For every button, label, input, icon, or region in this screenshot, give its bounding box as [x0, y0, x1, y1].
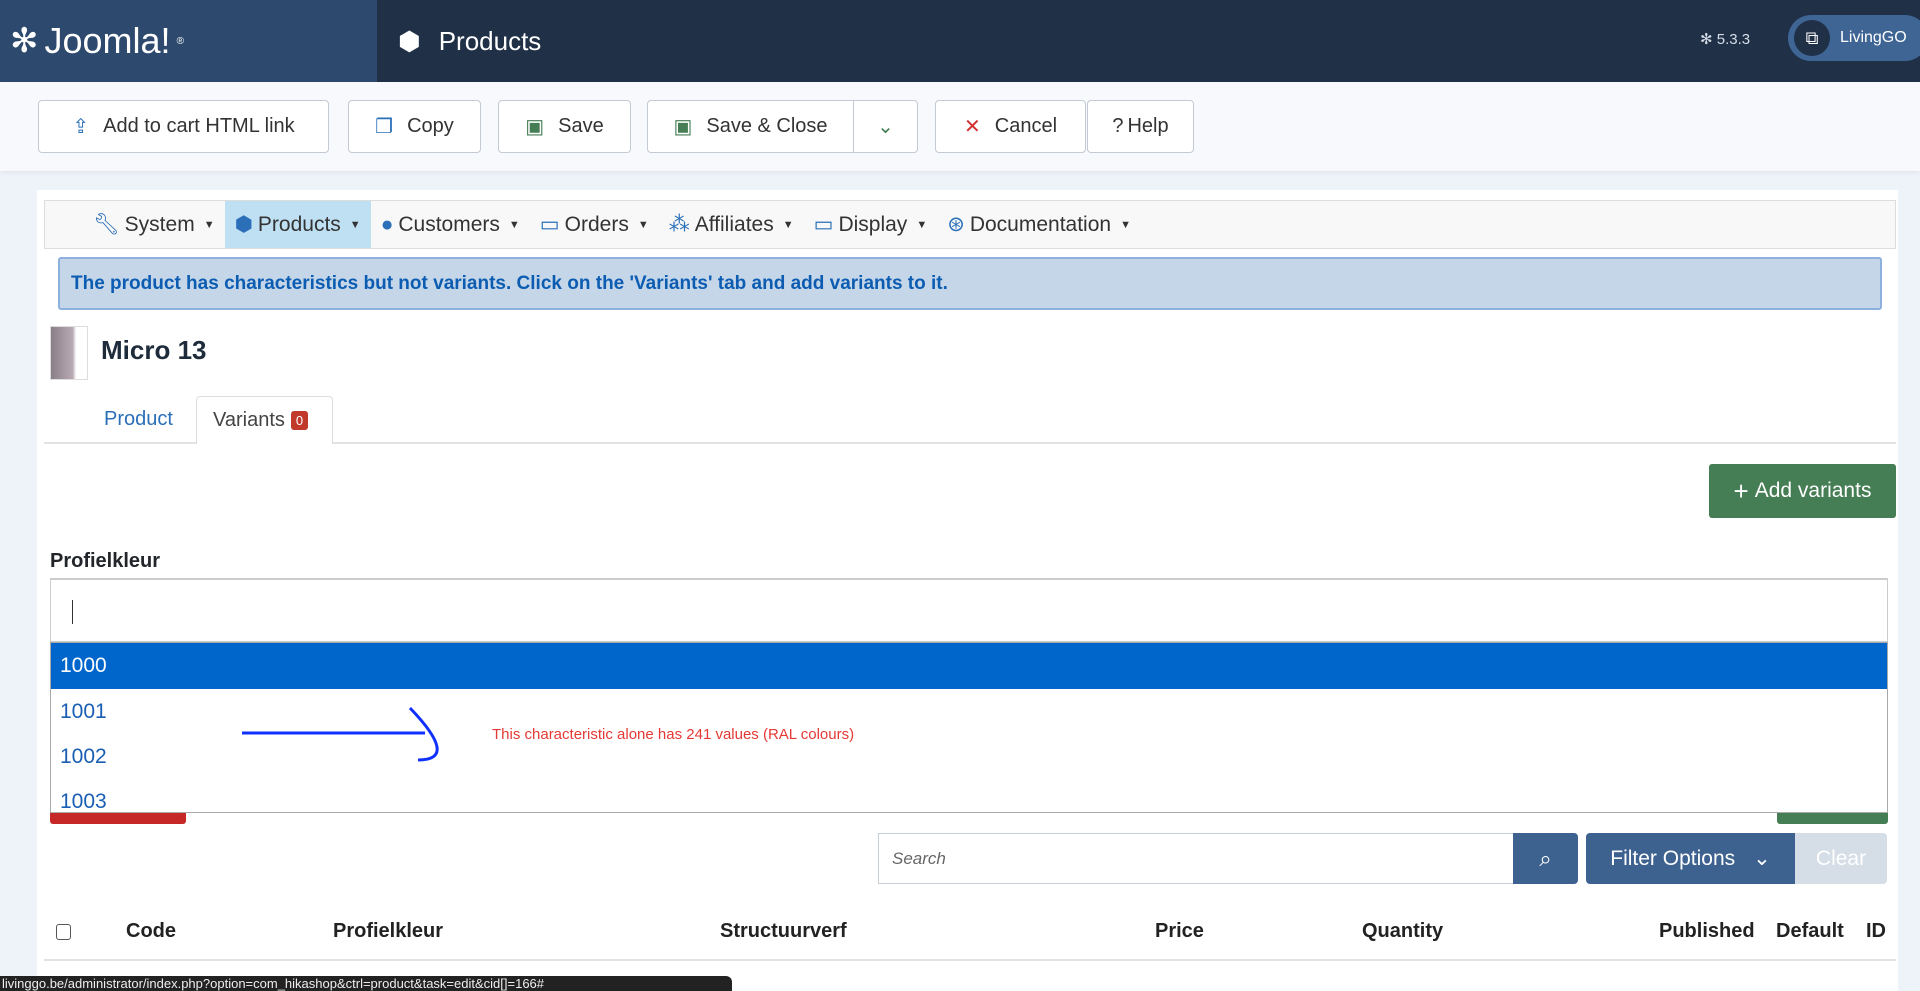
menu-documentation[interactable]: ⊛ Documentation ▼: [937, 201, 1141, 248]
joomla-version: ✻ 5.3.3: [1700, 31, 1751, 48]
filter-options-button[interactable]: Filter Options ⌄: [1586, 833, 1795, 884]
column-header-default[interactable]: Default: [1776, 920, 1844, 943]
page-title: ⬢ Products: [398, 0, 541, 82]
monitor-icon: ▭: [813, 213, 834, 236]
add-to-cart-link-button[interactable]: ⇪ Add to cart HTML link: [38, 100, 329, 153]
question-icon: ?: [1112, 115, 1124, 137]
button-label: Save: [558, 115, 604, 137]
caret-down-icon: ▼: [637, 218, 649, 231]
site-link-button[interactable]: ⧉ LivingGO: [1788, 15, 1920, 61]
add-variants-button[interactable]: + Add variants: [1709, 464, 1896, 518]
plus-icon: +: [1733, 475, 1749, 506]
help-button[interactable]: ? Help: [1087, 100, 1194, 153]
save-icon: ▣: [525, 116, 545, 138]
close-icon: ✕: [963, 116, 981, 138]
characteristic-label: Profielkleur: [50, 550, 161, 572]
copy-icon: ❐: [375, 116, 394, 138]
menu-label: Customers: [398, 212, 500, 236]
search-input[interactable]: Search: [878, 833, 1513, 884]
product-thumbnail: [50, 326, 88, 380]
dropdown-option[interactable]: 1003: [51, 779, 1887, 813]
chevron-down-icon: ⌄: [1753, 847, 1771, 870]
menu-system[interactable]: 🔧︎ System ▼: [83, 201, 225, 248]
button-label: Copy: [407, 115, 454, 137]
hikashop-menu: 🔧︎ System ▼ ⬢ Products ▼ ● Customers ▼ ▭ Orders…: [44, 200, 1896, 249]
tab-label: Variants: [213, 409, 285, 431]
menu-customers[interactable]: ● Customers ▼: [371, 201, 530, 248]
external-link-icon: ⧉: [1794, 20, 1830, 56]
variants-count-badge: 0: [290, 411, 309, 430]
text-cursor: [72, 600, 73, 624]
browser-status-url: livinggo.be/administrator/index.php?opti…: [0, 976, 732, 991]
brand-name: Joomla!: [44, 20, 171, 61]
annotation-arrow-icon: [242, 706, 439, 762]
caret-down-icon: ▼: [349, 218, 361, 231]
life-ring-icon: ⊛: [947, 213, 965, 236]
column-header-id[interactable]: ID: [1866, 920, 1886, 943]
caret-down-icon: ▼: [782, 218, 794, 231]
menu-orders[interactable]: ▭ Orders ▼: [530, 201, 659, 248]
wrench-icon: 🔧︎: [93, 212, 120, 236]
button-label: Cancel: [994, 115, 1058, 137]
menu-products[interactable]: ⬢ Products ▼: [224, 201, 371, 248]
cancel-button[interactable]: ✕ Cancel: [935, 100, 1086, 153]
menu-label: Products: [257, 212, 341, 236]
column-header-code[interactable]: Code: [126, 920, 176, 943]
search-button[interactable]: ⌕: [1513, 833, 1578, 884]
table-header-divider: [44, 959, 1896, 961]
search-icon: ⌕: [1539, 845, 1552, 871]
column-header-price[interactable]: Price: [1155, 920, 1204, 943]
characteristic-select-input[interactable]: [50, 578, 1888, 642]
button-label: Save & Close: [706, 115, 828, 137]
copy-button[interactable]: ❐ Copy: [348, 100, 481, 153]
page-title-text: Products: [438, 25, 542, 56]
menu-label: Affiliates: [694, 212, 774, 236]
tab-variants[interactable]: Variants 0: [196, 396, 333, 444]
product-name: Micro 13: [101, 335, 207, 365]
save-button[interactable]: ▣ Save: [498, 100, 631, 153]
column-header-profielkleur[interactable]: Profielkleur: [333, 920, 443, 943]
cubes-icon: ⬢: [234, 213, 253, 236]
menu-display[interactable]: ▭ Display ▼: [804, 201, 938, 248]
save-close-button[interactable]: ▣ Save & Close: [647, 100, 854, 153]
annotation-note: This characteristic alone has 241 values…: [492, 726, 855, 743]
menu-affiliates[interactable]: ⁂ Affiliates ▼: [659, 201, 804, 248]
caret-down-icon: ▼: [916, 218, 928, 231]
button-label: Help: [1127, 115, 1169, 137]
upload-icon: ⇪: [72, 116, 90, 138]
column-header-structuurverf[interactable]: Structuurverf: [720, 920, 847, 943]
credit-card-icon: ▭: [539, 213, 560, 236]
user-icon: ●: [380, 212, 394, 236]
select-all-checkbox[interactable]: [56, 924, 71, 940]
clear-button[interactable]: Clear: [1795, 833, 1887, 884]
site-name: LivingGO: [1840, 29, 1907, 46]
column-header-quantity[interactable]: Quantity: [1362, 920, 1443, 943]
joomla-logo[interactable]: ✻ Joomla! ®: [0, 0, 377, 82]
menu-label: Documentation: [969, 212, 1112, 236]
caret-down-icon: ▼: [508, 218, 520, 231]
save-dropdown-toggle[interactable]: ⌄: [853, 100, 918, 153]
chevron-down-icon: ⌄: [877, 116, 894, 138]
column-header-published[interactable]: Published: [1659, 920, 1755, 943]
button-label: Add variants: [1754, 479, 1872, 502]
caret-down-icon: ▼: [203, 218, 215, 231]
button-label: Add to cart HTML link: [103, 115, 295, 137]
menu-label: Display: [838, 212, 908, 236]
menu-label: System: [124, 212, 195, 236]
joomla-icon: ✻: [10, 22, 39, 60]
users-icon: ⁂: [668, 213, 690, 236]
button-label: Filter Options: [1610, 846, 1736, 870]
caret-down-icon: ▼: [1120, 218, 1131, 231]
tab-product[interactable]: Product: [104, 408, 173, 431]
save-icon: ▣: [673, 116, 693, 138]
dropdown-option[interactable]: 1000: [51, 643, 1887, 689]
info-alert: The product has characteristics but not …: [58, 257, 1882, 310]
menu-label: Orders: [564, 212, 629, 236]
cubes-icon: ⬢: [398, 25, 421, 56]
